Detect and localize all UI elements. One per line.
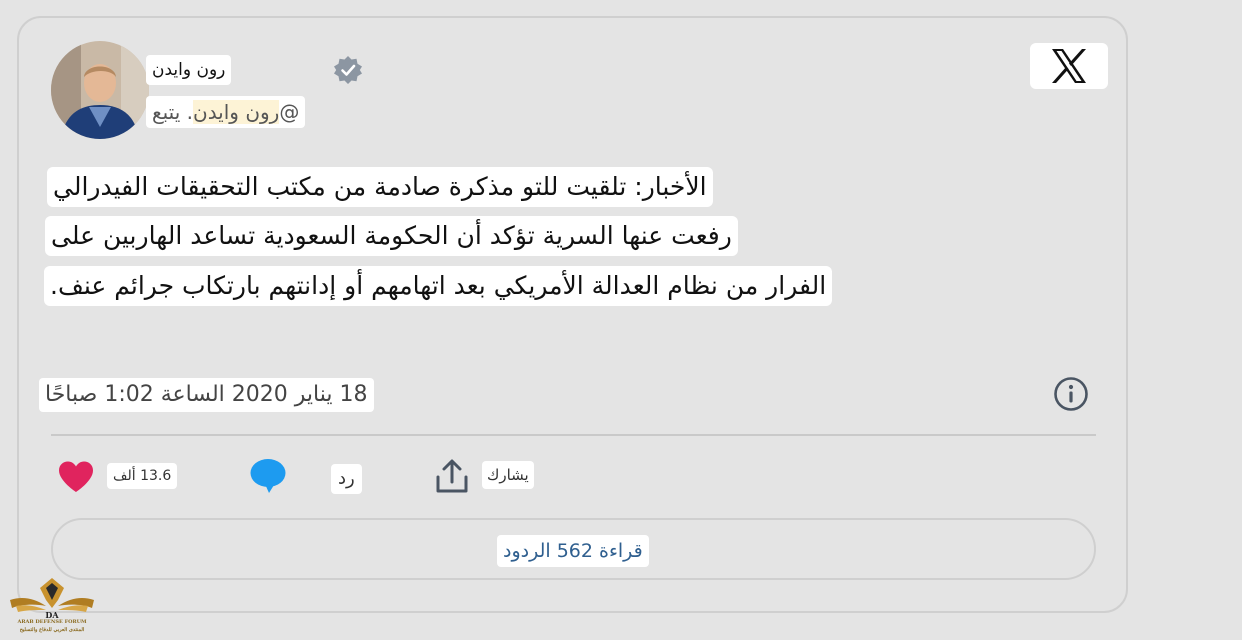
watermark-logo: DA ARAB DEFENSE FORUM المنتدى العربي للد… <box>6 574 98 638</box>
watermark-title: ARAB DEFENSE FORUM <box>17 619 87 625</box>
share-upload-icon[interactable] <box>433 458 471 494</box>
reply-button[interactable]: رد <box>331 464 362 494</box>
handle-name: رون وايدن <box>193 100 280 124</box>
like-count: 13.6 ألف <box>107 463 178 489</box>
info-icon[interactable] <box>1053 376 1089 412</box>
handle[interactable]: @رون وايدن. يتبع <box>146 96 306 128</box>
handle-at: @ <box>279 100 300 124</box>
avatar[interactable] <box>51 41 149 139</box>
watermark-emblem: DA <box>10 578 94 620</box>
tweet-text-line-3: الفرار من نظام العدالة الأمريكي بعد اتها… <box>44 266 833 306</box>
follow-label[interactable]: . يتبع <box>152 100 193 124</box>
x-logo-icon[interactable] <box>1030 43 1108 89</box>
tweet-text-line-1: الأخبار: تلقيت للتو مذكرة صادمة من مكتب … <box>47 167 713 207</box>
speech-bubble-icon[interactable] <box>249 458 287 494</box>
divider <box>51 434 1096 436</box>
share-button[interactable]: يشارك <box>482 461 534 489</box>
display-name[interactable]: رون وايدن <box>146 55 232 85</box>
heart-icon[interactable] <box>57 460 95 494</box>
watermark-subtitle: المنتدى العربي للدفاع والتسليح <box>19 627 85 633</box>
read-replies-label[interactable]: قراءة 562 الردود <box>497 535 649 567</box>
avatar-photo <box>51 41 149 139</box>
verified-badge-icon <box>333 55 363 85</box>
tweet-text-line-2: رفعت عنها السرية تؤكد أن الحكومة السعودي… <box>45 216 738 256</box>
tweet-timestamp[interactable]: 18 يناير 2020 الساعة 1:02 صباحًا <box>39 378 374 412</box>
